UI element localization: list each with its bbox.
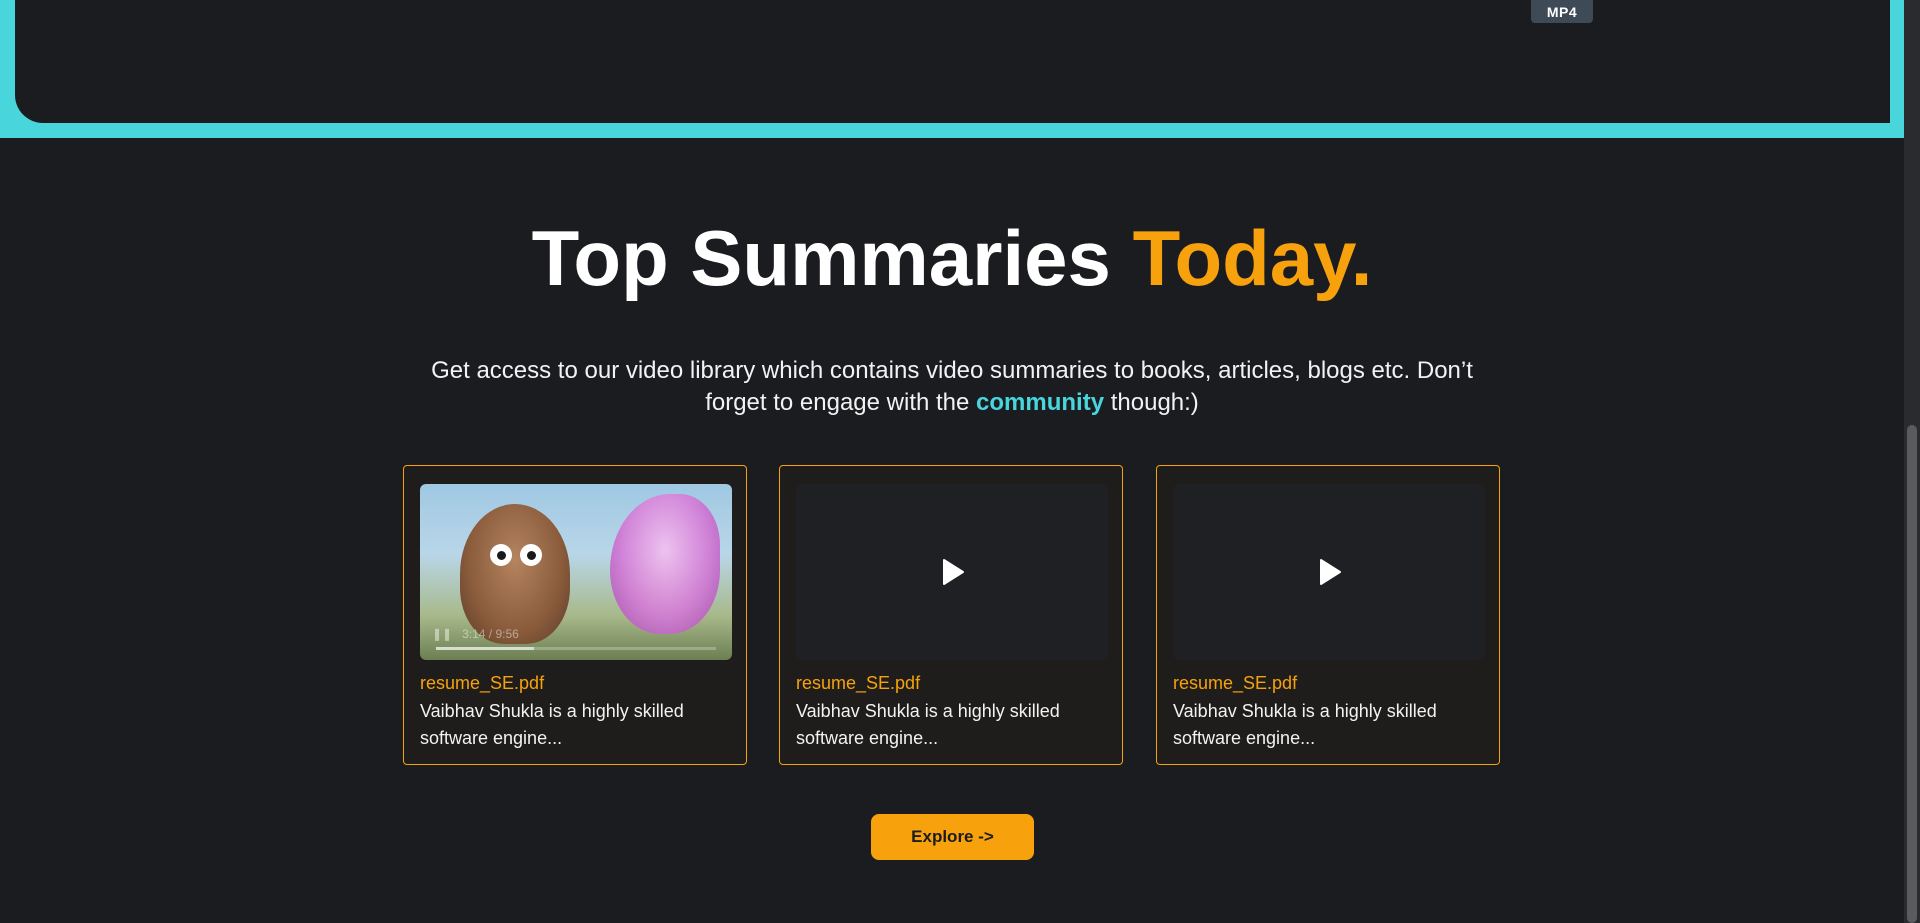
video-frame-detail [520,544,542,566]
section-description-tail: though:) [1104,389,1199,416]
video-controls: ❚❚ 3:14 / 9:56 [432,624,720,644]
section-description: Get access to our video library which co… [400,355,1504,419]
video-time-readout: 3:14 / 9:56 [462,627,519,641]
card-title[interactable]: resume_SE.pdf [1173,672,1297,694]
video-player[interactable] [796,484,1108,660]
play-icon[interactable] [935,555,969,589]
section-title: Top Summaries Today. [0,208,1904,308]
card-description: Vaibhav Shukla is a highly skilled softw… [1173,701,1437,748]
video-frame-butterfly [610,494,720,634]
pause-icon[interactable]: ❚❚ [432,627,452,641]
play-icon[interactable] [1312,555,1346,589]
summary-card[interactable]: resume_SE.pdf Vaibhav Shukla is a highly… [1156,465,1500,765]
summary-cards: ❚❚ 3:14 / 9:56 resume_SE.pdf Vaibhav Shu… [403,465,1503,767]
summary-card[interactable]: ❚❚ 3:14 / 9:56 resume_SE.pdf Vaibhav Shu… [403,465,747,765]
card-title[interactable]: resume_SE.pdf [420,672,544,694]
summary-card[interactable]: resume_SE.pdf Vaibhav Shukla is a highly… [779,465,1123,765]
video-player[interactable]: ❚❚ 3:14 / 9:56 [420,484,732,660]
community-link[interactable]: community [976,389,1104,416]
section-title-accent: Today. [1132,214,1373,302]
card-description: Vaibhav Shukla is a highly skilled softw… [796,701,1060,748]
video-progress-fill [436,647,534,650]
section-description-text: Get access to our video library which co… [431,357,1473,416]
video-progress-bar[interactable] [436,647,716,650]
page: MP4 Top Summaries Today. Get access to o… [0,0,1920,923]
scrollbar-thumb[interactable] [1907,425,1917,923]
video-frame-character [460,504,570,644]
video-player[interactable] [1173,484,1485,660]
section-title-main: Top Summaries [531,214,1133,302]
card-title[interactable]: resume_SE.pdf [796,672,920,694]
explore-button[interactable]: Explore -> [871,814,1034,860]
mp4-format-badge[interactable]: MP4 [1531,0,1593,23]
video-frame-detail [490,544,512,566]
card-description: Vaibhav Shukla is a highly skilled softw… [420,701,684,748]
hero-panel [15,0,1890,123]
